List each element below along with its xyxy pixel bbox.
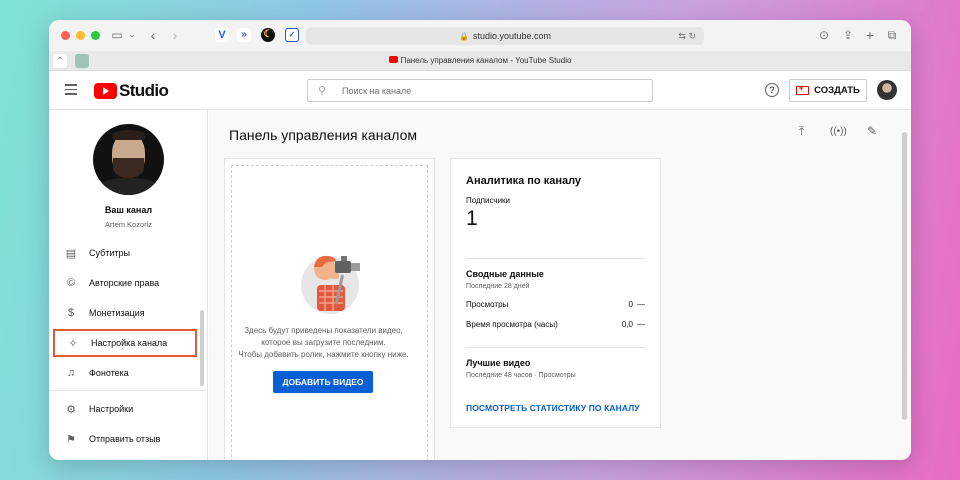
stat-label: Просмотры xyxy=(466,300,509,309)
subtitles-icon: ▤ xyxy=(65,247,77,260)
channel-analytics-card: Аналитика по каналу Подписчики 1 Сводные… xyxy=(450,158,661,428)
fast-forward-extension-icon[interactable]: » xyxy=(237,28,251,42)
stat-value: 0,0 xyxy=(621,320,633,329)
search-input[interactable] xyxy=(342,83,642,98)
upload-video-card: Здесь будут приведены показатели видео, … xyxy=(224,158,435,460)
browser-window: ▭ ⌄ ‹ › V » ☾ ✓ 🔒 studio.youtube.com ⇆ ↻ … xyxy=(49,20,911,460)
stat-label: Время просмотра (часы) xyxy=(466,320,558,329)
main-scrollbar[interactable] xyxy=(902,132,907,420)
create-label: СОЗДАТЬ xyxy=(814,85,860,96)
back-icon[interactable]: ‹ xyxy=(147,26,159,44)
new-tab-icon[interactable]: + xyxy=(863,26,877,44)
summary-period: Последние 28 дней xyxy=(466,283,530,290)
window-controls xyxy=(61,31,100,40)
forward-icon[interactable]: › xyxy=(169,26,181,44)
sidebar-scrollbar[interactable] xyxy=(200,310,204,386)
active-tab[interactable]: Панель управления каналом - YouTube Stud… xyxy=(49,51,911,71)
sidebar-item-label: Субтитры xyxy=(89,248,131,258)
sidebar-item-customization[interactable]: ✧ Настройка канала xyxy=(53,329,197,357)
zoom-window-button[interactable] xyxy=(91,31,100,40)
close-window-button[interactable] xyxy=(61,31,70,40)
camera-operator-illustration xyxy=(301,255,360,314)
music-library-icon: ♫ xyxy=(66,367,76,379)
dollar-icon: $ xyxy=(67,307,75,319)
stat-trend: — xyxy=(637,300,645,309)
sidebar-item-label: Монетизация xyxy=(89,308,145,318)
sidebar-item-audio-library[interactable]: ♫ Фонотека xyxy=(53,359,197,387)
create-button[interactable]: СОЗДАТЬ xyxy=(789,79,867,102)
chevron-down-icon[interactable]: ⌄ xyxy=(127,26,137,44)
channel-owner: Artem Kozoriz xyxy=(104,220,153,229)
add-video-button[interactable]: ДОБАВИТЬ ВИДЕО xyxy=(273,371,373,393)
share-icon[interactable]: ⇪ xyxy=(841,26,855,44)
go-live-icon[interactable]: ((•)) xyxy=(830,126,847,137)
upload-hint-line: которое вы загрузите последним. xyxy=(261,338,386,347)
sidebar-item-label: Настройки xyxy=(89,404,134,414)
sidebar-item-feedback[interactable]: ⚑ Отправить отзыв xyxy=(53,425,197,453)
address-bar[interactable]: 🔒 studio.youtube.com ⇆ ↻ xyxy=(306,27,704,45)
top-videos-title: Лучшие видео xyxy=(466,358,531,368)
page-title: Панель управления каналом xyxy=(229,127,417,143)
minimize-window-button[interactable] xyxy=(76,31,85,40)
subscribers-label: Подписчики xyxy=(466,196,511,205)
url-text: studio.youtube.com xyxy=(472,31,551,41)
download-icon[interactable]: ⊙ xyxy=(817,26,831,44)
stat-row-views: Просмотры 0 — xyxy=(466,300,645,309)
view-channel-analytics-link[interactable]: ПОСМОТРЕТЬ СТАТИСТИКУ ПО КАНАЛУ xyxy=(466,403,640,413)
logo-text: Studio xyxy=(119,81,169,100)
sidebar-toggle-icon[interactable]: ▭ xyxy=(109,26,125,44)
magic-wand-icon: ✧ xyxy=(68,337,78,350)
analytics-title: Аналитика по каналу xyxy=(466,175,582,187)
copyright-icon: © xyxy=(66,277,76,289)
lock-icon: 🔒 xyxy=(458,32,469,41)
sidebar-item-label: Настройка канала xyxy=(91,338,168,348)
feedback-icon: ⚑ xyxy=(66,433,76,446)
sidebar-item-copyright[interactable]: © Авторские права xyxy=(53,269,197,297)
channel-search[interactable]: ⚲ xyxy=(307,79,653,102)
sidebar-item-settings[interactable]: ⚙ Настройки xyxy=(53,395,197,423)
youtube-play-icon xyxy=(94,83,117,99)
sidebar-item-label: Авторские права xyxy=(89,278,160,288)
gear-icon: ⚙ xyxy=(66,403,76,416)
studio-header: Studio ⚲ ? СОЗДАТЬ xyxy=(49,71,911,110)
upload-icon[interactable]: ⤒ xyxy=(799,124,804,139)
subscribers-count: 1 xyxy=(466,207,478,230)
youtube-studio-logo[interactable]: Studio xyxy=(94,81,169,101)
upload-hint-line: Здесь будут приведены показатели видео, xyxy=(244,326,403,335)
stat-trend: — xyxy=(637,320,645,329)
search-icon: ⚲ xyxy=(318,85,327,97)
channel-avatar[interactable] xyxy=(93,124,164,195)
browser-titlebar: ▭ ⌄ ‹ › V » ☾ ✓ 🔒 studio.youtube.com ⇆ ↻ … xyxy=(49,20,911,51)
create-video-icon xyxy=(796,83,810,95)
edit-post-icon[interactable]: ✎ xyxy=(867,124,877,138)
sidebar-item-label: Фонотека xyxy=(89,368,129,378)
account-avatar[interactable] xyxy=(877,80,897,100)
upload-hint: Здесь будут приведены показатели видео, … xyxy=(225,325,422,361)
sidebar-item-subtitles[interactable]: ▤ Субтитры xyxy=(53,239,197,267)
reload-icon[interactable]: ⇆ ↻ xyxy=(678,27,696,45)
channel-title: Ваш канал xyxy=(104,205,153,215)
analytics-divider xyxy=(466,347,645,348)
stat-value: 0 xyxy=(628,300,633,309)
top-videos-period: Последние 48 часов · Просмотры xyxy=(466,372,576,379)
sidebar-divider xyxy=(49,390,208,391)
tab-bar: ⌃ Панель управления каналом - YouTube St… xyxy=(49,51,911,71)
tab-overview-icon[interactable]: ⧉ xyxy=(885,26,899,44)
dashboard-main: Панель управления каналом ⤒ ((•)) ✎ Здес… xyxy=(209,110,911,460)
shield-extension-icon[interactable]: ✓ xyxy=(285,28,299,42)
tab-title: Панель управления каналом - YouTube Stud… xyxy=(400,56,572,65)
analytics-divider xyxy=(466,258,645,259)
v-extension-icon[interactable]: V xyxy=(215,28,229,42)
moon-extension-icon[interactable]: ☾ xyxy=(261,28,275,42)
stat-row-watch-time: Время просмотра (часы) 0,0 — xyxy=(466,320,645,329)
sidebar: Ваш канал Artem Kozoriz ▤ Субтитры © Авт… xyxy=(49,110,208,460)
sidebar-item-monetization[interactable]: $ Монетизация xyxy=(53,299,197,327)
upload-hint-line: Чтобы добавить ролик, нажмите кнопку ниж… xyxy=(238,350,409,359)
hamburger-menu-icon[interactable] xyxy=(65,84,77,98)
youtube-favicon-icon xyxy=(388,56,398,64)
sidebar-item-label: Отправить отзыв xyxy=(89,434,161,444)
help-icon[interactable]: ? xyxy=(765,83,779,97)
summary-title: Сводные данные xyxy=(466,269,544,279)
